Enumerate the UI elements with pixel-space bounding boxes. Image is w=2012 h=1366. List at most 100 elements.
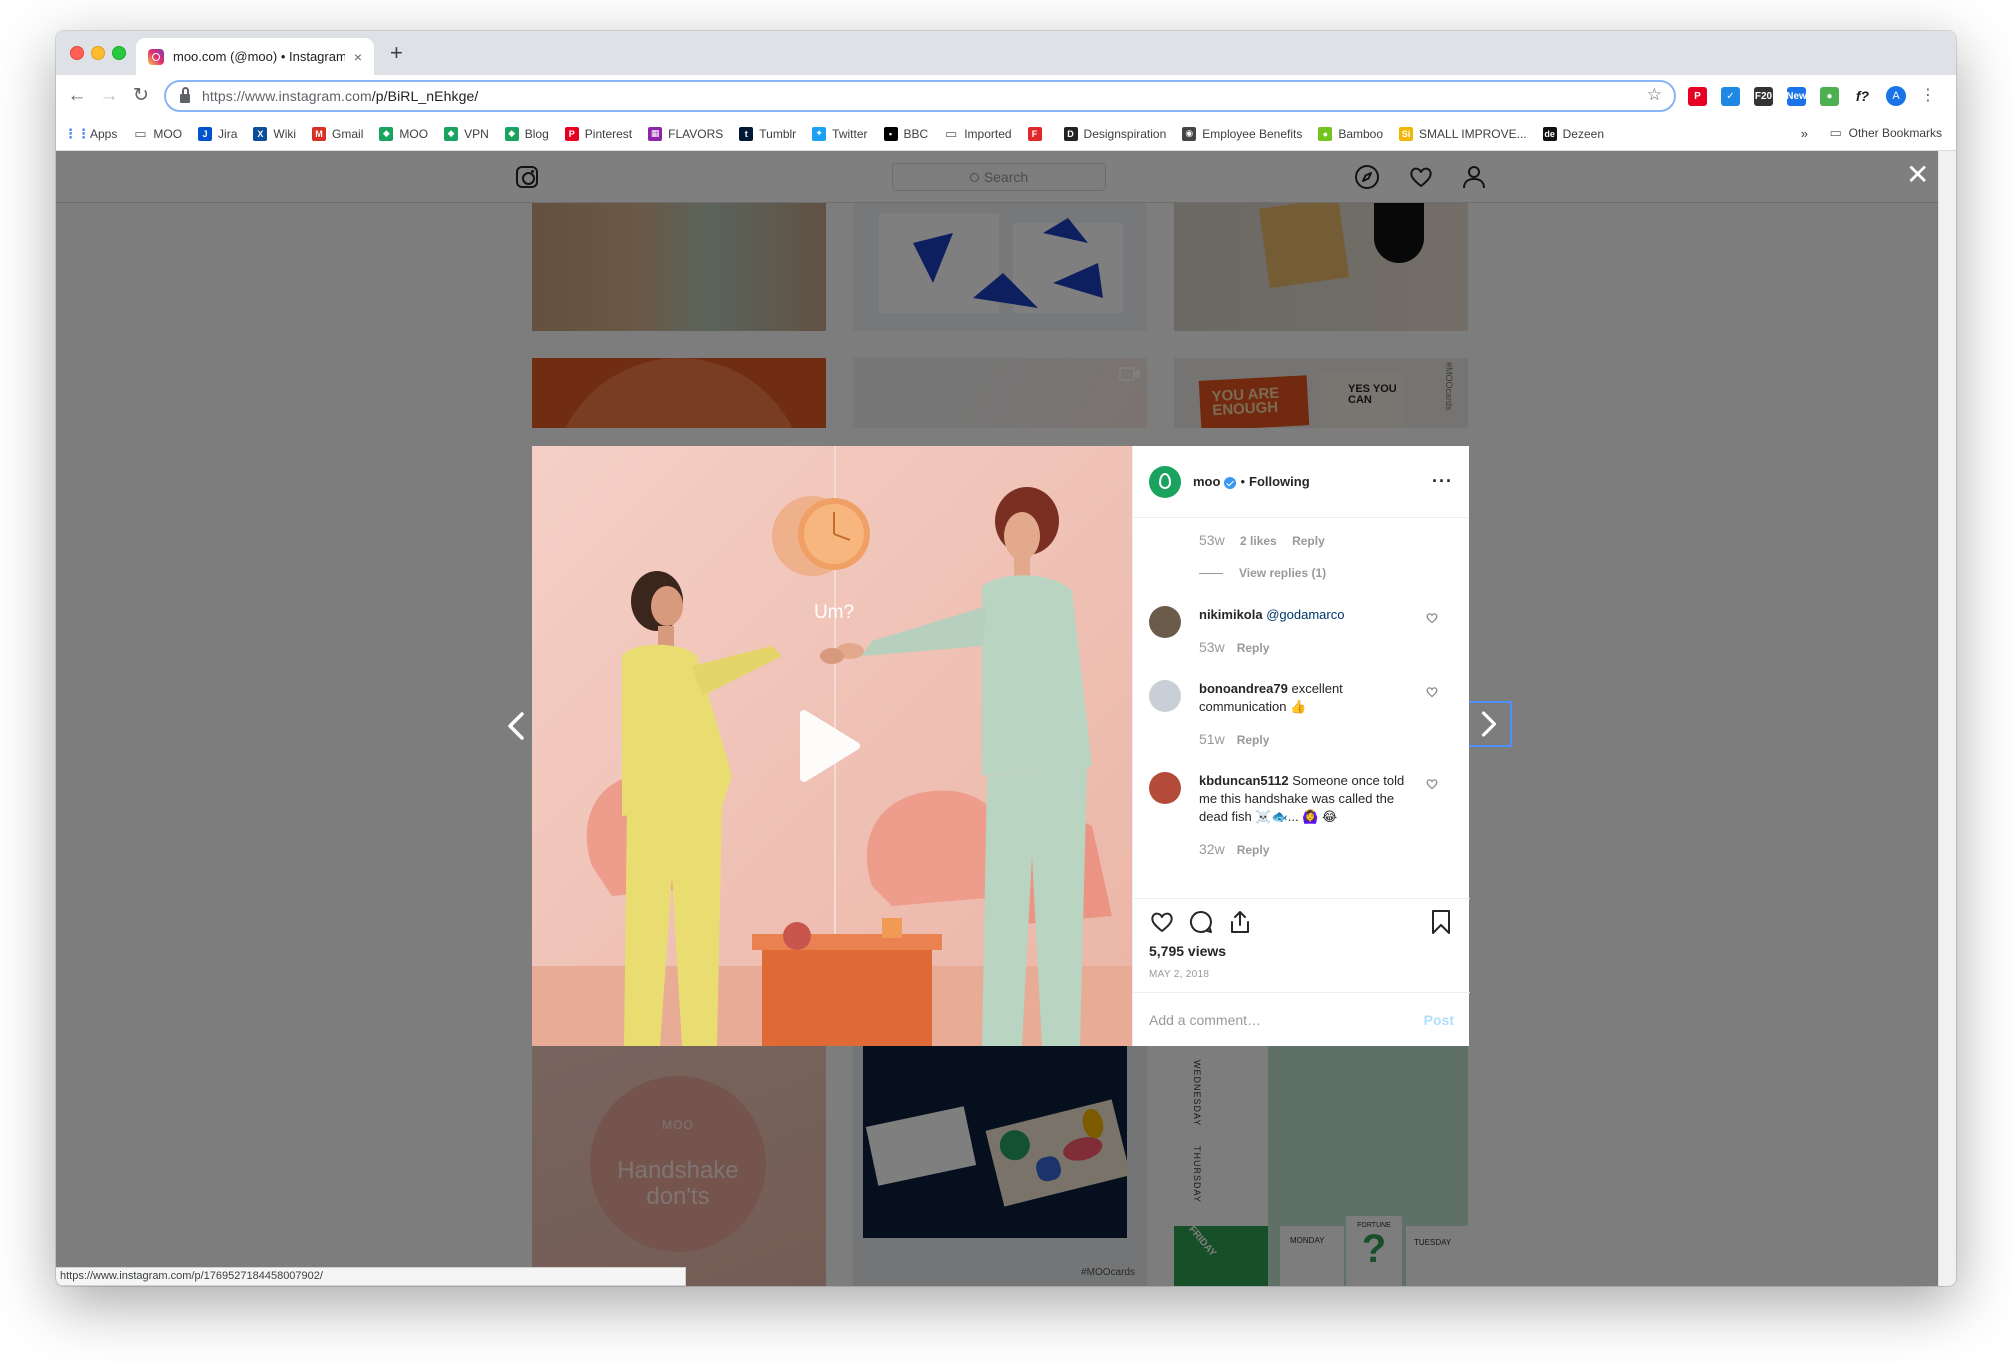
bookmark-label: Pinterest (584, 126, 633, 141)
address-bar[interactable]: https://www.instagram.com/p/BiRL_nEhkge/… (164, 80, 1676, 112)
bookmark-imported[interactable]: ▭ Imported (944, 125, 1012, 141)
new-extension-icon[interactable]: New (1786, 86, 1807, 106)
view-count[interactable]: 5,795 views (1149, 943, 1226, 959)
more-options-icon[interactable]: ··· (1432, 471, 1453, 492)
bookmark-employee-benefits-icon: ◉ (1182, 126, 1197, 141)
minimize-window-button[interactable] (91, 46, 105, 60)
bookmark-imported-icon: ▭ (945, 125, 958, 141)
like-heart-icon[interactable] (1149, 909, 1175, 935)
bookmark-employee-benefits[interactable]: ◉ Employee Benefits (1182, 126, 1303, 141)
profile-avatar[interactable]: A (1886, 86, 1906, 106)
bookmark-wiki-icon: X (253, 126, 268, 141)
whatfont-extension-icon[interactable]: f? (1853, 86, 1872, 106)
close-modal-button[interactable]: ✕ (1906, 161, 1929, 189)
comment-reply-button[interactable]: Reply (1237, 641, 1270, 655)
bookmark-label: Tumblr (759, 126, 797, 141)
save-bookmark-icon[interactable] (1428, 909, 1454, 935)
share-icon[interactable] (1227, 909, 1253, 935)
post-username[interactable]: moo (1193, 474, 1220, 489)
back-button[interactable]: ← (64, 83, 90, 109)
bookmark-pinterest[interactable]: P Pinterest (564, 126, 633, 141)
other-bookmarks-folder[interactable]: ▭ Other Bookmarks (1829, 125, 1942, 140)
like-comment-heart-icon[interactable] (1426, 778, 1438, 790)
browser-menu-icon[interactable]: ⋮ (1920, 87, 1936, 105)
previous-post-arrow-icon[interactable] (502, 706, 532, 746)
instagram-favicon-icon (148, 48, 164, 65)
bookmark-twitter-icon: ✦ (812, 126, 827, 141)
comment-avatar[interactable] (1149, 606, 1181, 638)
bookmark-small-improvements[interactable]: Si SMALL IMPROVE... (1399, 126, 1527, 141)
check-extension-icon[interactable]: ✓ (1721, 86, 1740, 106)
bookmark-label: Twitter (832, 126, 868, 141)
page-scrollbar[interactable] (1938, 151, 1956, 1286)
moo-avatar[interactable] (1149, 465, 1181, 498)
comment-avatar[interactable] (1149, 680, 1181, 712)
bookmark-bamboo[interactable]: ● Bamboo (1318, 126, 1383, 141)
following-button[interactable]: Following (1249, 474, 1310, 489)
browser-window: moo.com (@moo) • Instagram × + ← → ↻ htt… (56, 31, 1956, 1286)
zoom-window-button[interactable] (112, 46, 126, 60)
pinterest-extension-icon[interactable]: P (1688, 86, 1707, 106)
url-text[interactable]: https://www.instagram.com/p/BiRL_nEhkge/ (202, 88, 478, 104)
comment-username[interactable]: nikimikola (1199, 607, 1263, 622)
bookmarks-overflow-button[interactable]: » (1801, 126, 1808, 141)
like-comment-heart-icon[interactable] (1426, 612, 1438, 624)
bookmark-apps[interactable]: ⋮⋮ Apps (64, 126, 117, 141)
comment-avatar[interactable] (1149, 772, 1181, 804)
bookmark-tumblr-icon: t (739, 126, 754, 141)
play-button[interactable] (794, 708, 870, 784)
f20-extension-icon[interactable]: F20 (1754, 86, 1773, 106)
bookmark-wiki[interactable]: X Wiki (253, 126, 296, 141)
bookmark-jira[interactable]: J Jira (198, 126, 237, 141)
thread-age: 53w (1199, 532, 1225, 548)
bookmark-dezeen-icon: de (1542, 126, 1557, 141)
bookmark-flavors[interactable]: ▦ FLAVORS (648, 126, 723, 141)
bookmark-moo-folder-icon: ▭ (134, 125, 147, 141)
post-video[interactable]: Um? (532, 446, 1132, 1046)
tab-close-icon[interactable]: × (354, 49, 362, 65)
bookmark-bbc[interactable]: ▪ BBC (883, 126, 928, 141)
comment-reply-button[interactable]: Reply (1237, 843, 1270, 857)
comment-item: kbduncan5112 Someone once told me this h… (1149, 772, 1454, 859)
bookmark-twitter[interactable]: ✦ Twitter (812, 126, 868, 141)
bookmark-label: Gmail (332, 126, 364, 141)
bookmark-label: Employee Benefits (1202, 126, 1303, 141)
bookmark-blog[interactable]: ◆ Blog (504, 126, 549, 141)
bookmark-designspiration[interactable]: D Designspiration (1063, 126, 1167, 141)
add-comment-input[interactable]: Add a comment… Post (1133, 992, 1470, 1046)
tab-strip: moo.com (@moo) • Instagram × + (56, 31, 1956, 75)
comment-username[interactable]: bonoandrea79 (1199, 681, 1288, 696)
like-comment-heart-icon[interactable] (1426, 686, 1438, 698)
close-window-button[interactable] (70, 46, 84, 60)
comments-list[interactable]: 53w 2 likes Reply View replies (1) nikim… (1133, 518, 1469, 898)
bookmark-moo-icon: ◆ (379, 126, 394, 141)
tab-instagram[interactable]: moo.com (@moo) • Instagram × (136, 38, 374, 75)
comment-bubble-icon[interactable] (1188, 909, 1214, 935)
bookmark-dezeen[interactable]: de Dezeen (1542, 126, 1604, 141)
bookmarks-bar: ⋮⋮ Apps ▭ MOO J Jira X Wiki M Gmail ◆ MOO ◆ VPN ◆ Blog P… (56, 117, 1956, 151)
bookmark-vpn[interactable]: ◆ VPN (444, 126, 489, 141)
thread-reply-button[interactable]: Reply (1292, 534, 1325, 548)
bookmark-flipboard[interactable]: F (1027, 126, 1048, 141)
next-post-arrow-icon[interactable] (1466, 701, 1512, 747)
bookmark-label: Imported (964, 126, 1012, 141)
reload-button[interactable]: ↻ (128, 83, 154, 109)
comment-meta: 32w Reply (1199, 840, 1409, 859)
bookmark-star-icon[interactable]: ☆ (1647, 85, 1662, 105)
bookmark-tumblr[interactable]: t Tumblr (739, 126, 797, 141)
bookmark-jira-icon: J (198, 126, 213, 141)
bookmark-moo[interactable]: ◆ MOO (379, 126, 428, 141)
thread-likes[interactable]: 2 likes (1240, 534, 1277, 548)
comment-username[interactable]: kbduncan5112 (1199, 773, 1289, 788)
comment-reply-button[interactable]: Reply (1237, 733, 1270, 747)
view-replies-button[interactable]: View replies (1) (1199, 566, 1326, 580)
lock-icon[interactable] (180, 86, 190, 103)
new-tab-button[interactable]: + (390, 41, 403, 65)
chrome-extension-icon[interactable]: ● (1820, 86, 1839, 106)
forward-button[interactable]: → (96, 83, 122, 109)
bookmark-label: Designspiration (1083, 126, 1167, 141)
comment-mention[interactable]: @godamarco (1266, 607, 1344, 622)
bookmark-gmail[interactable]: M Gmail (312, 126, 364, 141)
bookmark-moo-folder[interactable]: ▭ MOO (133, 125, 182, 141)
post-comment-button[interactable]: Post (1424, 1012, 1454, 1028)
